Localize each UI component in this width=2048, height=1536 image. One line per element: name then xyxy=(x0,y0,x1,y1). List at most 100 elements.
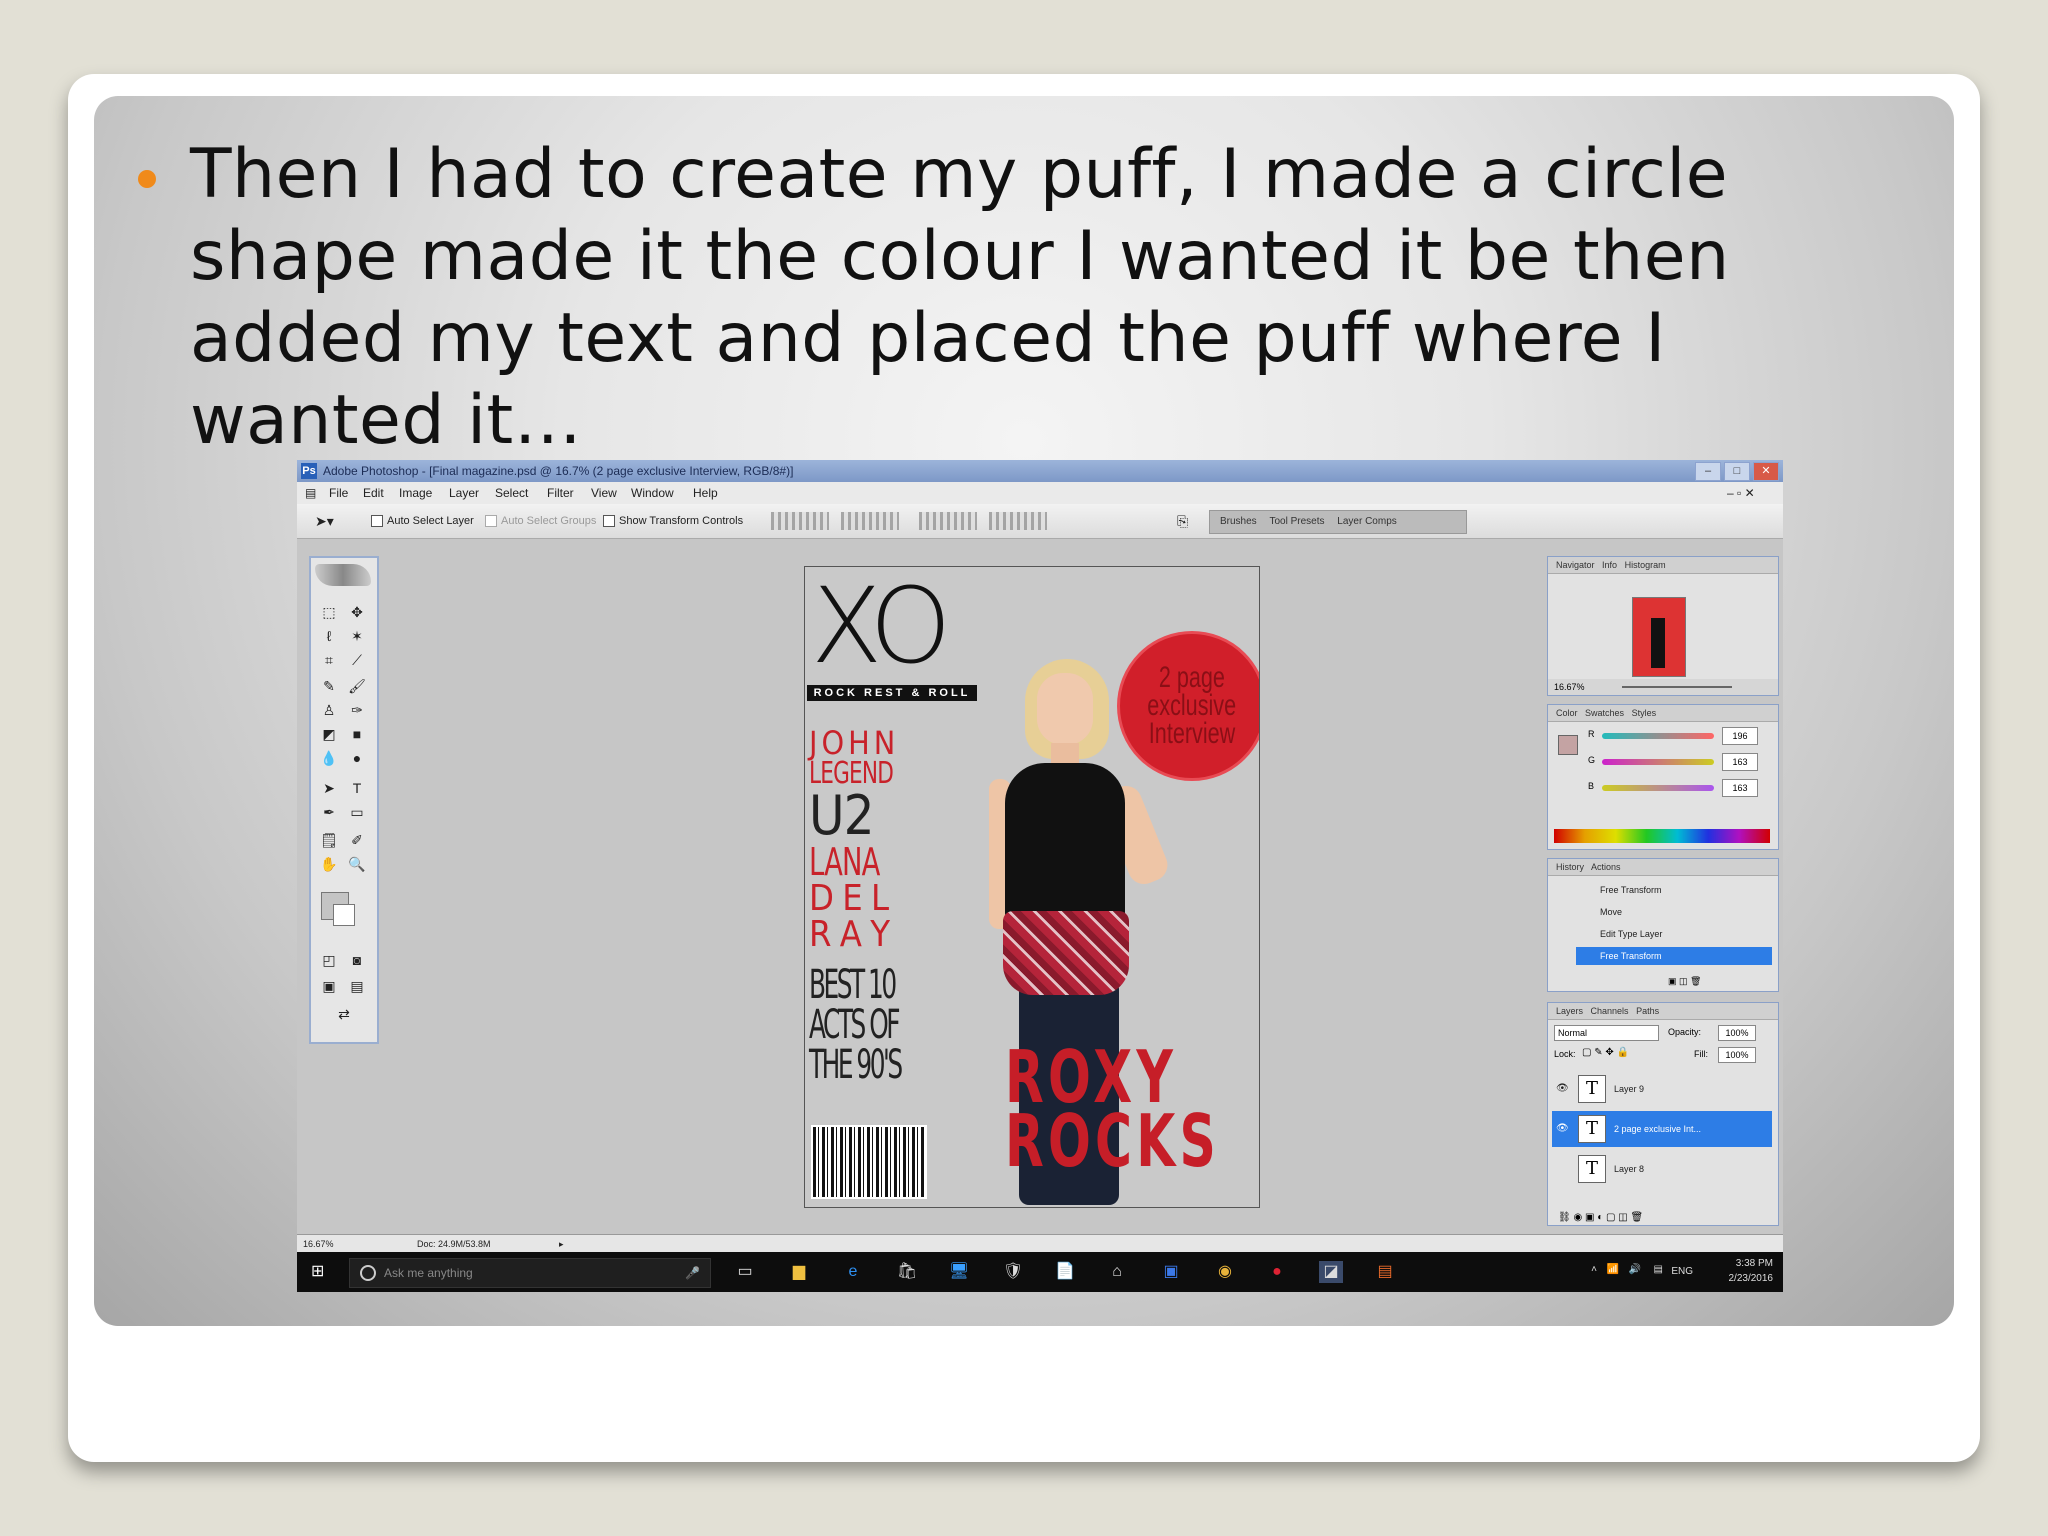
green-slider[interactable] xyxy=(1602,759,1714,765)
close-button[interactable]: ✕ xyxy=(1753,462,1779,481)
action-center-icon[interactable]: ▤ xyxy=(1654,1264,1663,1275)
home-icon[interactable]: ⌂ xyxy=(1105,1261,1129,1283)
auto-select-layer-checkbox[interactable]: Auto Select Layer xyxy=(371,513,474,529)
menu-image[interactable]: Image xyxy=(399,482,432,504)
move-tool-icon[interactable]: ✥ xyxy=(345,602,369,622)
media-player-icon[interactable]: ● xyxy=(1265,1261,1289,1283)
menu-help[interactable]: Help xyxy=(693,482,718,504)
network-icon[interactable]: 📶 xyxy=(1607,1264,1619,1275)
eraser-tool-icon[interactable]: ◩ xyxy=(317,724,341,744)
photoshop-taskbar-icon[interactable]: ◪ xyxy=(1319,1261,1343,1283)
magic-wand-tool-icon[interactable]: ✶ xyxy=(345,626,369,646)
distribute-buttons[interactable] xyxy=(919,512,977,530)
blend-mode-select[interactable]: Normal xyxy=(1554,1025,1659,1041)
layer-row[interactable]: T Layer 8 xyxy=(1552,1151,1772,1187)
layer-row[interactable]: 👁 T Layer 9 xyxy=(1552,1071,1772,1107)
security-shield-icon[interactable]: 🛡 xyxy=(1001,1261,1025,1283)
lock-buttons[interactable]: ▢ ✎ ✥ 🔒 xyxy=(1582,1047,1629,1058)
minimize-button[interactable]: – xyxy=(1695,462,1721,481)
store-icon[interactable]: 🛍 xyxy=(895,1261,919,1283)
crop-tool-icon[interactable]: ⌗ xyxy=(317,650,341,670)
menu-edit[interactable]: Edit xyxy=(363,482,384,504)
background-color-swatch[interactable] xyxy=(333,904,355,926)
edge-browser-icon[interactable]: e xyxy=(841,1261,865,1283)
screen-mode-icon[interactable]: ▣ xyxy=(317,976,341,996)
tab-layers[interactable]: Layers xyxy=(1556,1006,1583,1016)
fill-field[interactable]: 100% xyxy=(1718,1047,1756,1063)
tab-color[interactable]: Color xyxy=(1556,708,1578,718)
eye-icon[interactable]: 👁 xyxy=(1556,1123,1569,1135)
navigator-thumbnail[interactable] xyxy=(1632,597,1686,677)
show-transform-controls-checkbox[interactable]: Show Transform Controls xyxy=(603,513,743,529)
menu-window[interactable]: Window xyxy=(631,482,674,504)
maximize-button[interactable]: □ xyxy=(1724,462,1750,481)
dodge-tool-icon[interactable]: ● xyxy=(345,748,369,768)
tab-histogram[interactable]: Histogram xyxy=(1625,560,1666,570)
menu-filter[interactable]: Filter xyxy=(547,482,574,504)
notes-tool-icon[interactable]: 🗒 xyxy=(317,830,341,850)
tab-channels[interactable]: Channels xyxy=(1591,1006,1629,1016)
align-buttons[interactable] xyxy=(771,512,829,530)
taskbar-search-box[interactable]: Ask me anything 🎤 xyxy=(349,1258,711,1288)
blue-slider[interactable] xyxy=(1602,785,1714,791)
chrome-icon[interactable]: ◉ xyxy=(1213,1261,1237,1283)
type-tool-icon[interactable]: T xyxy=(345,778,369,798)
file-browser-icon[interactable]: ⎘ xyxy=(1177,513,1188,529)
path-selection-tool-icon[interactable]: ➤ xyxy=(317,778,341,798)
menu-view[interactable]: View xyxy=(591,482,617,504)
tab-brushes[interactable]: Brushes xyxy=(1220,516,1257,527)
red-value[interactable]: 196 xyxy=(1722,727,1758,745)
color-spectrum-bar[interactable] xyxy=(1554,829,1770,843)
app-icon-blue[interactable]: ▣ xyxy=(1159,1261,1183,1283)
eyedropper-tool-icon[interactable]: ✐ xyxy=(345,830,369,850)
healing-brush-tool-icon[interactable]: ✎ xyxy=(317,676,341,696)
standard-mode-icon[interactable]: ◰ xyxy=(317,950,341,970)
remote-desktop-icon[interactable]: 🖥 xyxy=(947,1261,971,1283)
file-explorer-icon[interactable]: ▆ xyxy=(787,1261,811,1283)
visibility-toggle[interactable] xyxy=(1556,1163,1568,1175)
tab-layer-comps[interactable]: Layer Comps xyxy=(1337,516,1396,527)
brush-tool-icon[interactable]: 🖌 xyxy=(345,676,369,696)
tab-info[interactable]: Info xyxy=(1602,560,1617,570)
status-arrow-icon[interactable]: ▸ xyxy=(559,1235,564,1253)
document-canvas[interactable]: XO ROCK REST & ROLL JOHN LEGEND U2 LANA … xyxy=(804,566,1260,1208)
microphone-icon[interactable]: 🎤 xyxy=(685,1259,700,1287)
navigator-zoom-slider[interactable] xyxy=(1622,686,1732,688)
slice-tool-icon[interactable]: ⟋ xyxy=(345,650,369,670)
layer-row-selected[interactable]: 👁 T 2 page exclusive Int... xyxy=(1552,1111,1772,1147)
align-buttons-2[interactable] xyxy=(841,512,899,530)
marquee-tool-icon[interactable]: ⬚ xyxy=(317,602,341,622)
stamp-tool-icon[interactable]: ♙ xyxy=(317,700,341,720)
red-slider[interactable] xyxy=(1602,733,1714,739)
status-zoom[interactable]: 16.67% xyxy=(303,1239,334,1249)
history-item[interactable]: Move xyxy=(1576,903,1772,921)
menu-layer[interactable]: Layer xyxy=(449,482,479,504)
layers-panel-buttons[interactable]: ⛓ ◉ ▣ ◐ ▢ ◫ 🗑 xyxy=(1558,1212,1643,1223)
tab-paths[interactable]: Paths xyxy=(1636,1006,1659,1016)
hand-tool-icon[interactable]: ✋ xyxy=(317,854,341,874)
taskbar-clock[interactable]: 3:38 PM 2/23/2016 xyxy=(1703,1256,1774,1286)
eye-icon[interactable]: 👁 xyxy=(1556,1083,1569,1095)
distribute-buttons-2[interactable] xyxy=(989,512,1047,530)
powerpoint-taskbar-icon[interactable]: ▤ xyxy=(1373,1261,1397,1283)
auto-select-groups-checkbox[interactable]: Auto Select Groups xyxy=(485,513,596,529)
opacity-field[interactable]: 100% xyxy=(1718,1025,1756,1041)
gradient-tool-icon[interactable]: ■ xyxy=(345,724,369,744)
tray-up-arrow-icon[interactable]: ˄ xyxy=(1591,1264,1597,1275)
windows-start-icon[interactable]: ⊞ xyxy=(311,1263,329,1281)
lasso-tool-icon[interactable]: ℓ xyxy=(317,626,341,646)
green-value[interactable]: 163 xyxy=(1722,753,1758,771)
menu-select[interactable]: Select xyxy=(495,482,528,504)
history-item[interactable]: Free Transform xyxy=(1576,881,1772,899)
quick-mask-mode-icon[interactable]: ◙ xyxy=(345,950,369,970)
history-item[interactable]: Edit Type Layer xyxy=(1576,925,1772,943)
navigator-zoom-value[interactable]: 16.67% xyxy=(1554,682,1585,692)
tab-history[interactable]: History xyxy=(1556,862,1584,872)
task-view-icon[interactable]: ▭ xyxy=(733,1261,757,1283)
tab-styles[interactable]: Styles xyxy=(1632,708,1657,718)
volume-icon[interactable]: 🔊 xyxy=(1629,1264,1641,1275)
history-item-selected[interactable]: Free Transform xyxy=(1576,947,1772,965)
doc-window-controls[interactable]: – ▫ ✕ xyxy=(1727,482,1755,504)
pen-tool-icon[interactable]: ✒ xyxy=(317,802,341,822)
zoom-tool-icon[interactable]: 🔍 xyxy=(345,854,369,874)
